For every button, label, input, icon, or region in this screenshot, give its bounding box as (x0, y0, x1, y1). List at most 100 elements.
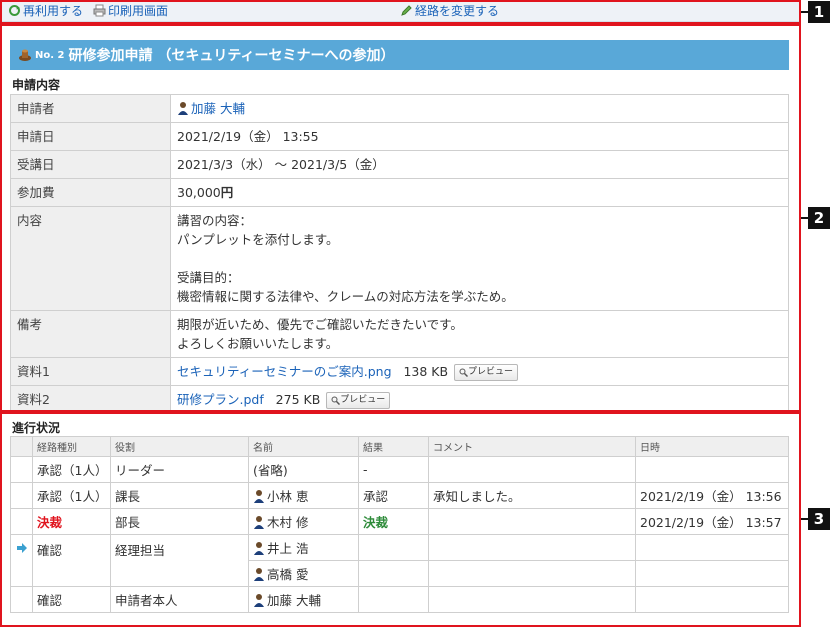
approver-name[interactable]: 小林 恵 (267, 489, 308, 504)
current-marker-cell (10, 586, 33, 613)
progress-section-title: 進行状況 (12, 421, 61, 435)
content-blank-line (177, 249, 782, 268)
current-marker-cell (10, 482, 33, 509)
change-route-button[interactable]: 経路を変更する (400, 2, 499, 19)
content-label: 内容 (10, 206, 171, 311)
file2-label: 資料2 (10, 385, 171, 414)
action-toolbar: 再利用する 印刷用画面 経路を変更する (0, 0, 801, 22)
role-header: 役割 (110, 436, 249, 457)
print-view-label: 印刷用画面 (108, 4, 169, 18)
date-value: 2021/2/19（金） 13:55 (170, 122, 789, 151)
file1-label: 資料1 (10, 357, 171, 386)
comment (428, 586, 636, 613)
annotation-marker-3: 3 (808, 508, 830, 530)
remarks-value: 期限が近いため、優先でご確認いただきたいです。 よろしくお願いいたします。 (170, 310, 789, 358)
current-marker-cell (10, 456, 33, 483)
role: リーダー (110, 456, 249, 483)
file2-link[interactable]: 研修プラン.pdf (177, 392, 264, 407)
preview-label: プレビュー (340, 395, 386, 405)
progress-table: 経路種別 役割 名前 結果 コメント 日時 承認（1人） リーダー (省略) -… (10, 436, 789, 613)
role: 申請者本人 (110, 586, 249, 613)
datetime: 2021/2/19（金） 13:57 (635, 508, 789, 535)
name-header: 名前 (248, 436, 359, 457)
print-view-button[interactable]: 印刷用画面 (93, 2, 168, 19)
magnifier-icon (331, 396, 341, 405)
result (358, 534, 429, 561)
route-type: 確認 (32, 586, 111, 613)
change-route-label: 経路を変更する (415, 4, 500, 18)
marker-column-header (10, 436, 33, 457)
fee-unit: 円 (220, 185, 234, 200)
approver-name[interactable]: 木村 修 (267, 515, 308, 530)
pencil-icon (401, 5, 412, 16)
request-details-table: 申請者 加藤 大輔 申請日 2021/2/19（金） 13:55 受講日 202… (10, 94, 789, 414)
approver-name[interactable]: 高橋 愛 (267, 567, 308, 582)
approver-cell: 木村 修 (248, 508, 359, 535)
applicant-cell: 加藤 大輔 (170, 94, 789, 123)
progress-row: 承認（1人） 課長 小林 恵 承認 承知しました。 2021/2/19（金） 1… (10, 482, 789, 509)
file1-preview-button[interactable]: プレビュー (454, 364, 519, 381)
datetime: 2021/2/19（金） 13:56 (635, 482, 789, 509)
remarks-row: 備考 期限が近いため、優先でご確認いただきたいです。 よろしくお願いいたします。 (10, 310, 789, 358)
comment: 承知しました。 (428, 482, 636, 509)
annotation-marker-1: 1 (808, 1, 830, 23)
remarks-label: 備考 (10, 310, 171, 358)
route-type: 確認 (32, 534, 111, 587)
current-marker-cell (10, 508, 33, 535)
reuse-button[interactable]: 再利用する (8, 2, 83, 19)
file2-cell: 研修プラン.pdf 275 KB プレビュー (170, 385, 789, 414)
fee-cell: 30,000円 (170, 178, 789, 207)
attend-label: 受講日 (10, 150, 171, 179)
fee-row: 参加費 30,000円 (10, 178, 789, 207)
datetime (635, 534, 789, 561)
role: 課長 (110, 482, 249, 509)
date-row: 申請日 2021/2/19（金） 13:55 (10, 122, 789, 151)
route-type: 承認（1人） (32, 456, 111, 483)
current-step-cell (10, 534, 33, 587)
applicant-link[interactable]: 加藤 大輔 (191, 101, 245, 116)
reuse-label: 再利用する (23, 4, 84, 18)
approver-name[interactable]: 加藤 大輔 (267, 593, 321, 608)
comment (428, 560, 636, 587)
comment (428, 534, 636, 561)
user-icon (254, 542, 264, 555)
role: 部長 (110, 508, 249, 535)
route-type: 承認（1人） (32, 482, 111, 509)
fee-value: 30,000 (177, 185, 221, 200)
datetime (635, 586, 789, 613)
request-number: No. 2 (35, 49, 65, 61)
user-icon (178, 102, 188, 115)
attend-row: 受講日 2021/3/3（水） 〜 2021/3/5（金） (10, 150, 789, 179)
datetime (635, 560, 789, 587)
progress-row: 確認 申請者本人 加藤 大輔 (10, 586, 789, 613)
approver-name: (省略) (248, 456, 359, 483)
file2-preview-button[interactable]: プレビュー (326, 392, 391, 409)
approver-cell: 高橋 愛 (248, 560, 359, 587)
progress-row: 決裁 部長 木村 修 決裁 2021/2/19（金） 13:57 (10, 508, 789, 535)
progress-header-row: 経路種別 役割 名前 結果 コメント 日時 (10, 436, 789, 457)
result (358, 560, 429, 587)
result (358, 586, 429, 613)
approver-name[interactable]: 井上 浩 (267, 541, 308, 556)
approver-cell: 小林 恵 (248, 482, 359, 509)
result: - (358, 456, 429, 483)
applicant-label: 申請者 (10, 94, 171, 123)
result-decision: 決裁 (358, 508, 429, 535)
attend-value: 2021/3/3（水） 〜 2021/3/5（金） (170, 150, 789, 179)
result: 承認 (358, 482, 429, 509)
file1-link[interactable]: セキュリティーセミナーのご案内.png (177, 364, 392, 379)
content-value: 講習の内容： パンプレットを添付します。 受講目的： 機密情報に関する法律や、ク… (170, 206, 789, 311)
file2-size: 275 KB (275, 392, 321, 407)
applicant-row: 申請者 加藤 大輔 (10, 94, 789, 123)
current-step-arrow-icon (16, 543, 27, 553)
preview-label: プレビュー (468, 367, 514, 377)
content-line: 機密情報に関する法律や、クレームの対応方法を学ぶため。 (177, 289, 514, 304)
file2-row: 資料2 研修プラン.pdf 275 KB プレビュー (10, 385, 789, 414)
content-line: パンプレットを添付します。 (177, 232, 339, 247)
details-section-title: 申請内容 (12, 78, 61, 92)
progress-row: 承認（1人） リーダー (省略) - (10, 456, 789, 483)
comment (428, 508, 636, 535)
fee-label: 参加費 (10, 178, 171, 207)
route-type-header: 経路種別 (32, 436, 111, 457)
user-icon (254, 594, 264, 607)
